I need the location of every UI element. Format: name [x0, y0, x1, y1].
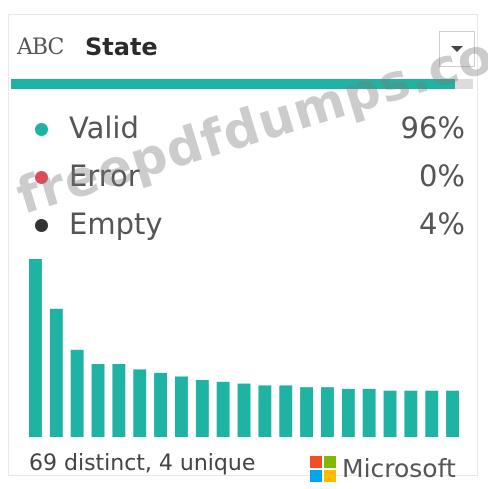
- stat-value: 4%: [418, 207, 465, 241]
- histogram-bar[interactable]: [70, 349, 84, 437]
- stat-label: Error: [69, 159, 140, 193]
- histogram-bar[interactable]: [112, 364, 126, 437]
- stat-value: 0%: [418, 159, 465, 193]
- stat-row-error: Error 0%: [9, 155, 479, 203]
- error-dot-icon: [35, 171, 48, 184]
- stat-row-valid: Valid 96%: [9, 107, 479, 155]
- microsoft-squares-icon: [310, 455, 336, 482]
- histogram-bar[interactable]: [133, 369, 147, 437]
- histogram-bar[interactable]: [383, 390, 397, 437]
- distinct-unique-summary: 69 distinct, 4 unique: [29, 451, 256, 476]
- stat-row-empty: Empty 4%: [9, 203, 479, 251]
- chevron-down-icon: [451, 46, 463, 52]
- histogram-bar[interactable]: [300, 387, 313, 437]
- histogram-bar[interactable]: [216, 381, 230, 437]
- histogram-bar[interactable]: [446, 390, 459, 437]
- histogram-bar[interactable]: [258, 385, 272, 437]
- column-profile-card: ABC State Valid 96% Error 0% Empty 4% 69…: [8, 14, 478, 476]
- histogram-bar[interactable]: [321, 387, 334, 437]
- stat-value: 96%: [400, 111, 465, 145]
- histogram-bar[interactable]: [49, 308, 63, 437]
- column-quality-bar: [11, 79, 473, 89]
- histogram-bar[interactable]: [29, 259, 42, 437]
- histogram-bar[interactable]: [195, 380, 209, 437]
- microsoft-logo: Microsoft: [310, 454, 456, 483]
- histogram-bar[interactable]: [237, 383, 251, 437]
- quality-stats: Valid 96% Error 0% Empty 4%: [9, 107, 479, 251]
- stat-label: Empty: [69, 207, 163, 241]
- stat-label: Valid: [69, 111, 139, 145]
- empty-dot-icon: [35, 219, 48, 232]
- microsoft-wordmark: Microsoft: [342, 454, 456, 483]
- value-distribution-histogram[interactable]: [9, 247, 479, 437]
- histogram-bar[interactable]: [404, 390, 418, 437]
- histogram-bar[interactable]: [362, 388, 376, 437]
- column-dropdown-button[interactable]: [439, 31, 475, 67]
- column-header: ABC State: [9, 15, 479, 81]
- column-title: State: [85, 33, 158, 61]
- text-type-icon[interactable]: ABC: [17, 35, 64, 60]
- histogram-bar[interactable]: [341, 388, 355, 437]
- histogram-bar[interactable]: [175, 376, 188, 438]
- histogram-bar[interactable]: [279, 385, 293, 437]
- valid-fill: [11, 79, 455, 89]
- valid-dot-icon: [35, 123, 48, 136]
- histogram-bar[interactable]: [425, 390, 439, 437]
- histogram-bar[interactable]: [154, 372, 167, 437]
- histogram-bar[interactable]: [91, 364, 105, 437]
